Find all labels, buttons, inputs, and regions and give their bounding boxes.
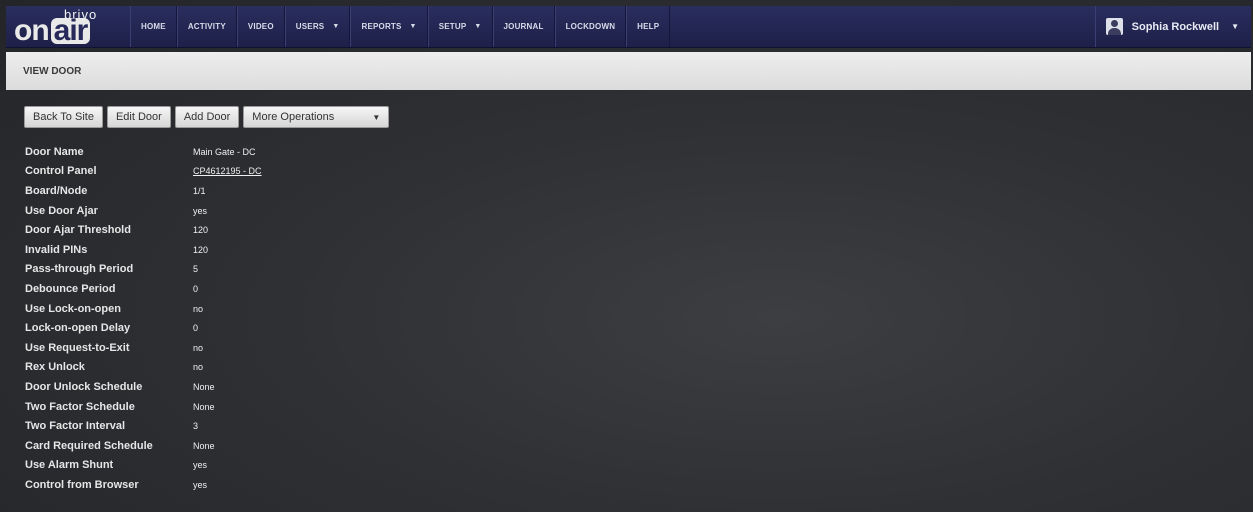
detail-row: Control Panel CP4612195 - DC <box>25 162 262 182</box>
nav-item-journal[interactable]: JOURNAL <box>492 6 555 47</box>
detail-value: 0 <box>193 323 199 334</box>
edit-door-button[interactable]: Edit Door <box>106 106 171 128</box>
detail-row: Card Required Schedule None <box>25 436 262 456</box>
detail-label: Control Panel <box>25 165 97 178</box>
detail-row: Control from Browser yes <box>25 475 262 495</box>
detail-value: None <box>193 381 215 392</box>
detail-label: Board/Node <box>25 184 88 197</box>
nav-item-lockdown[interactable]: LOCKDOWN <box>554 6 627 47</box>
detail-label: Invalid PINs <box>25 243 88 256</box>
door-details-list: Door Name Main Gate - DC Control Panel CP46… <box>25 142 262 495</box>
detail-value: yes <box>193 460 208 471</box>
user-menu[interactable]: Sophia Rockwell ▼ <box>1094 6 1251 47</box>
nav-item-setup[interactable]: SETUP ▼ <box>427 6 493 47</box>
detail-value: 5 <box>193 264 199 275</box>
detail-label: Use Door Ajar <box>25 204 98 217</box>
detail-value: 120 <box>193 244 209 255</box>
detail-label: Door Ajar Threshold <box>25 224 131 237</box>
page-title-bar: VIEW DOOR <box>6 52 1251 90</box>
detail-label: Door Name <box>25 145 84 158</box>
detail-row: Rex Unlock no <box>25 358 262 378</box>
detail-label: Control from Browser <box>25 478 139 491</box>
detail-value: 120 <box>193 225 209 236</box>
detail-value: yes <box>193 479 208 490</box>
detail-label: Use Alarm Shunt <box>25 459 114 472</box>
chevron-down-icon: ▼ <box>409 23 417 30</box>
brivo-onair-logo[interactable]: brivo on air <box>6 6 130 47</box>
detail-row: Pass-through Period 5 <box>25 260 262 280</box>
detail-row: Board/Node 1/1 <box>25 181 262 201</box>
detail-label: Two Factor Interval <box>25 420 126 433</box>
chevron-down-icon: ▼ <box>474 23 482 30</box>
detail-label: Pass-through Period <box>25 263 134 276</box>
nav-item-label: SETUP <box>438 22 467 31</box>
add-door-button[interactable]: Add Door <box>174 106 240 128</box>
detail-label: Use Lock-on-open <box>25 302 121 315</box>
logo-on: on <box>14 14 50 47</box>
more-operations-label: More Operations <box>252 111 335 123</box>
detail-row: Two Factor Schedule None <box>25 397 262 417</box>
nav-item-label: ACTIVITY <box>187 22 226 31</box>
detail-label: Use Request-to-Exit <box>25 341 130 354</box>
detail-value: 0 <box>193 283 199 294</box>
detail-label: Two Factor Schedule <box>25 400 135 413</box>
door-toolbar: Back To Site Edit Door Add Door More Ope… <box>24 106 390 128</box>
top-navigation-bar: brivo on air HOME ACTIVITY VIDEO USERS ▼ REPOR… <box>6 6 1251 48</box>
nav-item-label: HOME <box>141 22 166 31</box>
detail-label: Door Unlock Schedule <box>25 380 143 393</box>
detail-value: yes <box>193 205 208 216</box>
detail-value: no <box>193 303 204 314</box>
logo-onair-text: on air <box>14 14 91 47</box>
detail-value: no <box>193 342 204 353</box>
nav-item-label: LOCKDOWN <box>565 22 616 31</box>
control-panel-link[interactable]: CP4612195 - DC <box>193 166 262 176</box>
detail-row: Door Unlock Schedule None <box>25 377 262 397</box>
detail-label: Lock-on-open Delay <box>25 322 131 335</box>
detail-label: Card Required Schedule <box>25 439 153 452</box>
nav-item-users[interactable]: USERS ▼ <box>284 6 351 47</box>
detail-row: Two Factor Interval 3 <box>25 416 262 436</box>
chevron-down-icon: ▼ <box>1231 22 1239 31</box>
nav-item-video[interactable]: VIDEO <box>236 6 285 47</box>
main-menu: HOME ACTIVITY VIDEO USERS ▼ REPORTS ▼ SETUP ▼ JOU… <box>130 6 671 47</box>
nav-item-label: HELP <box>637 22 660 31</box>
more-operations-dropdown[interactable]: More Operations ▼ <box>243 106 390 128</box>
nav-item-activity[interactable]: ACTIVITY <box>176 6 237 47</box>
chevron-down-icon: ▼ <box>372 112 381 122</box>
detail-value: None <box>193 401 215 412</box>
chevron-down-icon: ▼ <box>332 23 340 30</box>
nav-item-label: USERS <box>295 22 325 31</box>
detail-row: Door Ajar Threshold 120 <box>25 220 262 240</box>
user-name: Sophia Rockwell <box>1131 20 1220 33</box>
detail-row: Use Request-to-Exit no <box>25 338 262 358</box>
user-avatar-icon <box>1105 18 1123 35</box>
detail-value: 3 <box>193 421 199 432</box>
nav-item-reports[interactable]: REPORTS ▼ <box>350 6 428 47</box>
detail-value: no <box>193 362 204 373</box>
nav-item-home[interactable]: HOME <box>130 6 177 47</box>
detail-value: Main Gate - DC <box>193 146 256 157</box>
nav-item-label: JOURNAL <box>503 22 544 31</box>
page-title: VIEW DOOR <box>23 65 82 77</box>
detail-value: None <box>193 440 215 451</box>
detail-label: Debounce Period <box>25 282 116 295</box>
back-to-site-button[interactable]: Back To Site <box>24 106 103 128</box>
app-frame: brivo on air HOME ACTIVITY VIDEO USERS ▼ REPOR… <box>0 0 1253 512</box>
nav-item-help[interactable]: HELP <box>626 6 671 47</box>
nav-item-label: VIDEO <box>247 22 274 31</box>
detail-row: Debounce Period 0 <box>25 279 262 299</box>
detail-label: Rex Unlock <box>25 361 85 374</box>
detail-row: Use Alarm Shunt yes <box>25 456 262 476</box>
detail-row: Door Name Main Gate - DC <box>25 142 262 162</box>
detail-row: Use Door Ajar yes <box>25 201 262 221</box>
detail-row: Use Lock-on-open no <box>25 299 262 319</box>
nav-item-label: REPORTS <box>361 22 402 31</box>
detail-row: Invalid PINs 120 <box>25 240 262 260</box>
logo-air: air <box>50 16 91 46</box>
detail-value: 1/1 <box>193 185 206 196</box>
detail-row: Lock-on-open Delay 0 <box>25 318 262 338</box>
